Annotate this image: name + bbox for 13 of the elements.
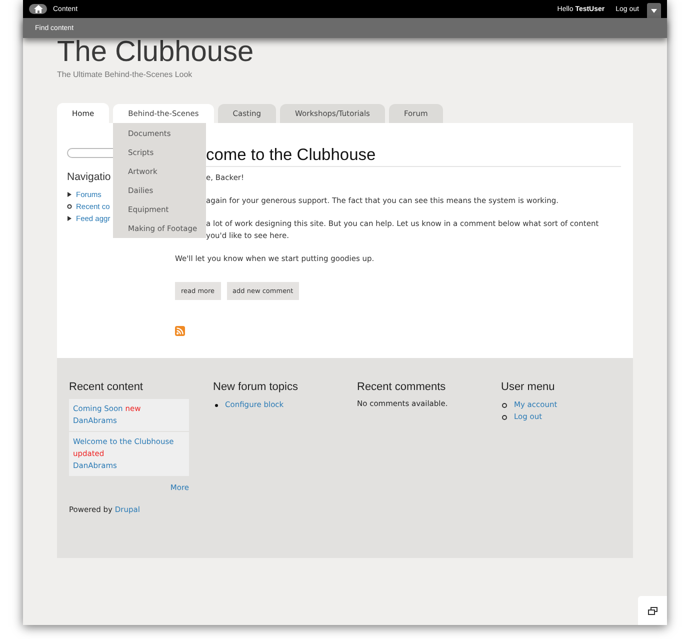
article-title[interactable]: come to the Clubhouse [206, 145, 376, 165]
block-title: Recent comments [357, 381, 447, 393]
block-title: User menu [501, 381, 556, 393]
block-title: Recent content [69, 381, 144, 393]
overlay-button[interactable] [638, 596, 667, 625]
site-slogan: The Ultimate Behind-the-Scenes Look [57, 70, 194, 79]
site-name[interactable]: The Clubhouse [57, 38, 254, 67]
windows-icon [648, 606, 658, 614]
home-button[interactable] [29, 4, 47, 14]
toggle-button[interactable] [647, 3, 661, 18]
home-icon [34, 5, 42, 13]
caret-icon [651, 8, 657, 12]
block-title: New forum topics [213, 381, 299, 393]
